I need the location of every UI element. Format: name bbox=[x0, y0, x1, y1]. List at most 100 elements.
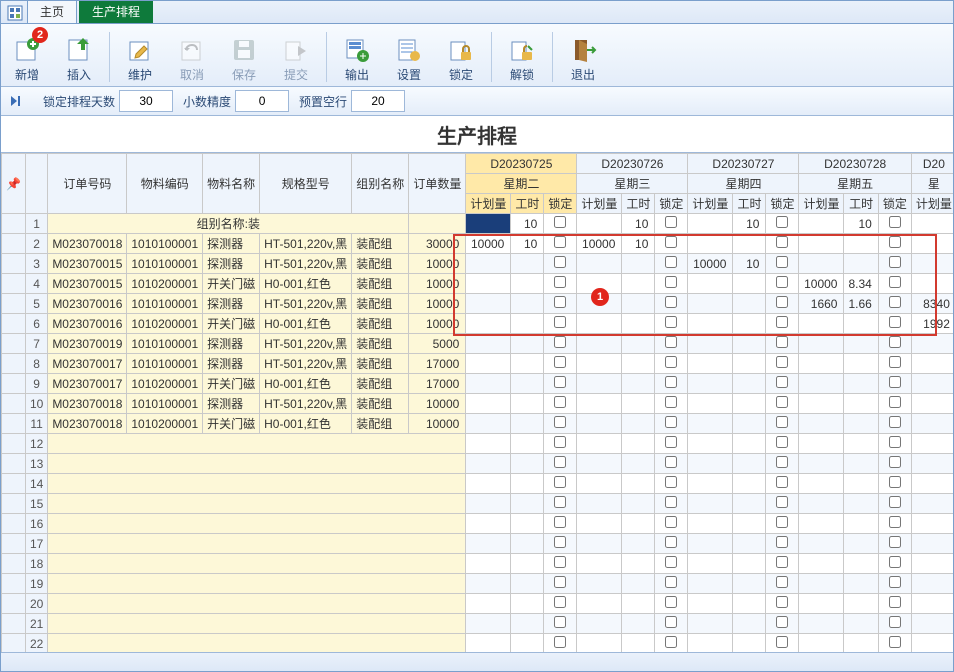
lock-checkbox[interactable] bbox=[665, 296, 677, 308]
cell-hours[interactable] bbox=[511, 274, 544, 294]
cell-plan[interactable]: 1992 bbox=[911, 314, 953, 334]
cell-name[interactable]: 开关门磁 bbox=[203, 414, 260, 434]
cell-plan[interactable] bbox=[799, 314, 844, 334]
cell-lock[interactable] bbox=[655, 214, 688, 234]
cell-spec[interactable]: HT-501,220v,黑 bbox=[260, 294, 352, 314]
cell-hours[interactable]: 8.34 bbox=[844, 274, 878, 294]
cell-plan[interactable] bbox=[799, 634, 844, 654]
cell-group[interactable]: 装配组 bbox=[352, 314, 409, 334]
cell-hours[interactable]: 10 bbox=[844, 214, 878, 234]
cell-order[interactable]: M023070017 bbox=[48, 354, 127, 374]
cell-plan[interactable] bbox=[688, 294, 733, 314]
add-button[interactable]: 2 新增 bbox=[3, 24, 51, 86]
cell-plan[interactable] bbox=[688, 274, 733, 294]
cell-hours[interactable] bbox=[511, 574, 544, 594]
cell-plan[interactable]: 8340 bbox=[911, 294, 953, 314]
cell-hours[interactable] bbox=[844, 414, 878, 434]
day-header[interactable]: D20230725 bbox=[466, 154, 577, 174]
cell-plan[interactable] bbox=[466, 574, 511, 594]
cell-plan[interactable] bbox=[466, 634, 511, 654]
cell-lock[interactable] bbox=[878, 254, 911, 274]
lock-checkbox[interactable] bbox=[554, 476, 566, 488]
lock-checkbox[interactable] bbox=[889, 436, 901, 448]
lock-checkbox[interactable] bbox=[889, 316, 901, 328]
cell-lock[interactable] bbox=[878, 554, 911, 574]
tab-home[interactable]: 主页 bbox=[27, 0, 77, 23]
cell-hours[interactable] bbox=[511, 254, 544, 274]
cell-plan[interactable] bbox=[688, 454, 733, 474]
sub-lock[interactable]: 锁定 bbox=[766, 194, 799, 214]
cell-plan[interactable] bbox=[911, 494, 953, 514]
cell-plan[interactable] bbox=[799, 214, 844, 234]
cell-plan[interactable] bbox=[466, 534, 511, 554]
lock-checkbox[interactable] bbox=[776, 276, 788, 288]
cell-lock[interactable] bbox=[544, 334, 577, 354]
cell-hours[interactable] bbox=[733, 414, 766, 434]
cell-order[interactable]: M023070015 bbox=[48, 274, 127, 294]
cell-plan[interactable] bbox=[466, 514, 511, 534]
cell-name[interactable]: 探测器 bbox=[203, 394, 260, 414]
cell-plan[interactable] bbox=[799, 454, 844, 474]
cell-plan[interactable]: 10000 bbox=[577, 234, 622, 254]
cell-plan[interactable] bbox=[466, 274, 511, 294]
cell-lock[interactable] bbox=[655, 474, 688, 494]
lock-checkbox[interactable] bbox=[665, 476, 677, 488]
lock-checkbox[interactable] bbox=[776, 436, 788, 448]
cell-lock[interactable] bbox=[766, 454, 799, 474]
lock-checkbox[interactable] bbox=[889, 516, 901, 528]
cell-plan[interactable] bbox=[688, 354, 733, 374]
cell-name[interactable]: 探测器 bbox=[203, 294, 260, 314]
cell-lock[interactable] bbox=[544, 554, 577, 574]
cell-hours[interactable] bbox=[733, 574, 766, 594]
cell-plan[interactable] bbox=[799, 534, 844, 554]
cell-lock[interactable] bbox=[655, 434, 688, 454]
cell-hours[interactable] bbox=[844, 314, 878, 334]
cell-plan[interactable] bbox=[577, 534, 622, 554]
cell-plan[interactable] bbox=[911, 514, 953, 534]
cell-lock[interactable] bbox=[655, 554, 688, 574]
lock-checkbox[interactable] bbox=[889, 456, 901, 468]
cell-lock[interactable] bbox=[766, 474, 799, 494]
cell-plan[interactable] bbox=[466, 334, 511, 354]
cell-lock[interactable] bbox=[878, 474, 911, 494]
cell-lock[interactable] bbox=[766, 434, 799, 454]
cell-hours[interactable] bbox=[844, 334, 878, 354]
cell-plan[interactable] bbox=[911, 594, 953, 614]
cell-hours[interactable] bbox=[733, 514, 766, 534]
cell-qty[interactable]: 17000 bbox=[409, 374, 466, 394]
cell-plan[interactable] bbox=[911, 554, 953, 574]
exit-button[interactable]: 退出 bbox=[559, 24, 607, 86]
cell-plan[interactable] bbox=[911, 354, 953, 374]
cell-lock[interactable] bbox=[655, 494, 688, 514]
cell-plan[interactable] bbox=[799, 594, 844, 614]
cell-lock[interactable] bbox=[655, 574, 688, 594]
lock-checkbox[interactable] bbox=[889, 396, 901, 408]
cell-hours[interactable] bbox=[844, 374, 878, 394]
cell-lock[interactable] bbox=[878, 614, 911, 634]
cell-lock[interactable] bbox=[766, 254, 799, 274]
cell-plan[interactable]: 1660 bbox=[799, 294, 844, 314]
cell-lock[interactable] bbox=[544, 374, 577, 394]
cell-lock[interactable] bbox=[766, 614, 799, 634]
cell-plan[interactable] bbox=[911, 434, 953, 454]
lock-checkbox[interactable] bbox=[554, 296, 566, 308]
cell-plan[interactable] bbox=[688, 474, 733, 494]
cell-plan[interactable] bbox=[688, 534, 733, 554]
cell-qty[interactable]: 10000 bbox=[409, 254, 466, 274]
cell-hours[interactable] bbox=[733, 634, 766, 654]
cell-name[interactable]: 开关门磁 bbox=[203, 314, 260, 334]
cell-lock[interactable] bbox=[544, 574, 577, 594]
cell-plan[interactable] bbox=[466, 374, 511, 394]
cell-lock[interactable] bbox=[655, 454, 688, 474]
sub-lock[interactable]: 锁定 bbox=[544, 194, 577, 214]
cell-lock[interactable] bbox=[878, 414, 911, 434]
cell-order[interactable]: M023070018 bbox=[48, 394, 127, 414]
cell-plan[interactable] bbox=[466, 434, 511, 454]
lock-checkbox[interactable] bbox=[665, 376, 677, 388]
col-material-code[interactable]: 物料编码 bbox=[127, 154, 203, 214]
cell-plan[interactable] bbox=[911, 574, 953, 594]
cell-spec[interactable]: H0-001,红色 bbox=[260, 374, 352, 394]
lock-checkbox[interactable] bbox=[889, 296, 901, 308]
cell-hours[interactable] bbox=[733, 374, 766, 394]
cell-plan[interactable] bbox=[577, 374, 622, 394]
